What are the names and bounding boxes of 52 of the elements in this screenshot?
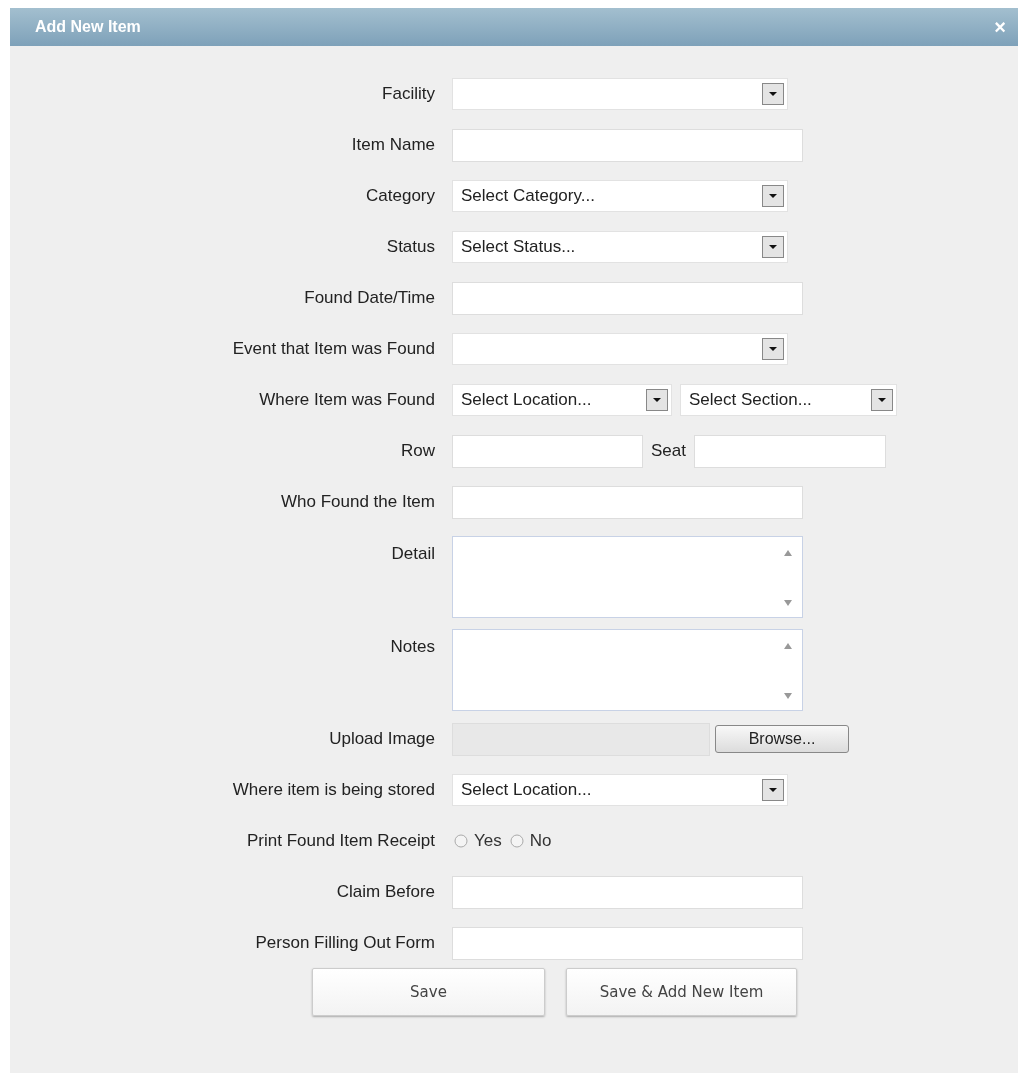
scroll-up-icon[interactable]: [784, 643, 792, 649]
field-label: Who Found the Item: [279, 492, 436, 512]
radio-label: No: [529, 831, 552, 851]
scroll-up-icon[interactable]: [784, 550, 792, 556]
field-label: Notes: [389, 636, 436, 657]
radio-button[interactable]: [454, 834, 468, 848]
field-label: Item Name: [350, 135, 436, 155]
field-label: Where Item was Found: [258, 390, 436, 410]
dropdown[interactable]: [452, 333, 788, 365]
text-field[interactable]: [694, 434, 886, 468]
text-field[interactable]: [452, 128, 803, 162]
field-label: Detail: [390, 543, 436, 564]
caret-icon: [762, 185, 784, 207]
form-button[interactable]: Save: [312, 968, 545, 1016]
dropdown[interactable]: [452, 78, 788, 110]
text-field[interactable]: [452, 875, 803, 909]
field-label: Found Date/Time: [303, 288, 436, 308]
text-field[interactable]: [452, 281, 803, 315]
field-label: Upload Image: [328, 729, 436, 749]
text-field[interactable]: [452, 485, 803, 519]
text-field[interactable]: [452, 434, 643, 468]
scroll-down-icon[interactable]: [784, 600, 792, 606]
field-label: Where item is being stored: [231, 780, 436, 800]
radio-button[interactable]: [509, 834, 524, 848]
field-label: Event that Item was Found: [231, 339, 436, 359]
radio-label: Yes: [474, 831, 502, 851]
caret-icon: [871, 389, 893, 411]
field-label: Print Found Item Receipt: [245, 831, 436, 851]
field-label: Claim Before: [335, 882, 436, 902]
text-area[interactable]: [452, 536, 803, 618]
dropdown[interactable]: Select Location...: [452, 774, 788, 806]
caret-icon: [762, 236, 784, 258]
field-label: Person Filling Out Form: [254, 933, 436, 953]
text-field[interactable]: [452, 926, 803, 960]
caret-icon: [762, 779, 784, 801]
field-label: Status: [385, 237, 436, 257]
field-label: Row: [400, 441, 436, 461]
dropdown[interactable]: Select Location...: [452, 384, 672, 416]
dialog-title: Add New Item: [35, 18, 141, 36]
browse-button[interactable]: Browse...: [715, 725, 849, 753]
caret-icon: [762, 83, 784, 105]
field-label: Seat: [651, 441, 686, 461]
caret-icon: [762, 338, 784, 360]
caret-icon: [646, 389, 668, 411]
field-label: Facility: [381, 84, 436, 104]
dropdown[interactable]: Select Category...: [452, 180, 788, 212]
dropdown[interactable]: Select Section...: [680, 384, 897, 416]
field-label: Category: [365, 186, 436, 206]
dropdown[interactable]: Select Status...: [452, 231, 788, 263]
form-button[interactable]: Save & Add New Item: [566, 968, 797, 1016]
text-area[interactable]: [452, 629, 803, 711]
scroll-down-icon[interactable]: [784, 693, 792, 699]
